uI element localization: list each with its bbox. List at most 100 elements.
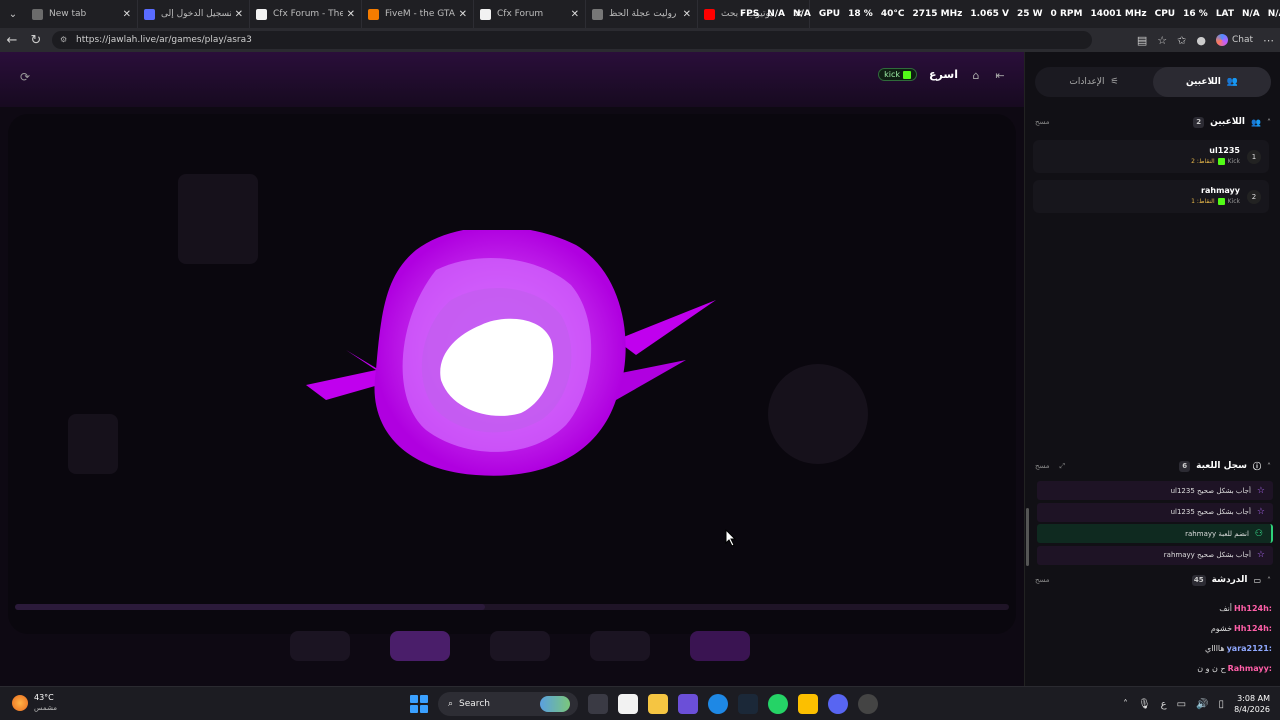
microphone-icon[interactable]: 🎙 bbox=[1138, 699, 1151, 710]
copilot-icon bbox=[1215, 34, 1228, 46]
control-button[interactable] bbox=[590, 631, 650, 661]
clear-chat-button[interactable]: مسح bbox=[1035, 576, 1050, 584]
tab-players[interactable]: اللاعبين 👥 bbox=[1153, 67, 1271, 97]
control-button[interactable] bbox=[290, 631, 350, 661]
player-points: النقاط: 2 bbox=[1191, 158, 1215, 165]
browser-tab[interactable]: Cfx Forum ✕ bbox=[474, 0, 586, 28]
browser-tab[interactable]: FiveM - the GTA V m ✕ bbox=[362, 0, 474, 28]
url-text: https://jawlah.live/ar/games/play/asra3 bbox=[76, 35, 252, 45]
browser-actions: ▤ ☆ ✩ ● Chat ⋯ bbox=[1137, 28, 1274, 52]
kick-icon bbox=[1217, 198, 1225, 205]
user-plus-icon: ⚇ bbox=[1254, 528, 1263, 539]
collapse-icon[interactable]: ⇤ bbox=[994, 69, 1006, 82]
users-icon: 👥 bbox=[1251, 117, 1261, 127]
close-icon[interactable]: ✕ bbox=[459, 9, 467, 20]
tab-title: تسجيل الدخول إلى ... bbox=[161, 9, 231, 19]
star-icon: ☆ bbox=[1256, 485, 1265, 496]
favorites-icon[interactable]: ✩ bbox=[1177, 34, 1186, 47]
overlay-stat: N/A bbox=[767, 9, 786, 19]
discord-icon[interactable] bbox=[828, 694, 848, 714]
sidebar-tabs: الإعدادات ⚟ اللاعبين 👥 bbox=[1035, 67, 1271, 97]
overlay-stat: CPU bbox=[1154, 9, 1176, 19]
performance-overlay: FPS N/A N/A GPU 18 % 40°C 2715 MHz 1.065 V 25 W 0… bbox=[700, 0, 1280, 28]
app-icon[interactable] bbox=[678, 694, 698, 714]
reader-icon[interactable]: ▤ bbox=[1137, 34, 1147, 47]
network-icon[interactable]: ▭ bbox=[1177, 699, 1186, 710]
control-button[interactable] bbox=[690, 631, 750, 661]
taskbar-search[interactable]: ⌕ Search bbox=[438, 692, 578, 716]
tab-settings[interactable]: الإعدادات ⚟ bbox=[1035, 67, 1153, 97]
browser-tab[interactable]: New tab ✕ bbox=[26, 0, 138, 28]
chevron-up-icon[interactable]: ˄ bbox=[1267, 576, 1271, 585]
players-section-header[interactable]: مسح 2 اللاعبين 👥 ˄ bbox=[1025, 114, 1280, 130]
player-platform: Kick bbox=[1227, 198, 1240, 205]
edge-icon[interactable] bbox=[708, 694, 728, 714]
browser-tab[interactable]: تسجيل الدخول إلى ... ✕ bbox=[138, 0, 250, 28]
file-explorer-icon[interactable] bbox=[648, 694, 668, 714]
favorite-icon[interactable]: ☆ bbox=[1157, 34, 1167, 47]
tab-favicon-icon bbox=[256, 8, 267, 20]
chevron-up-icon[interactable]: ˄ bbox=[1123, 699, 1128, 710]
overlay-stat: 16 % bbox=[1183, 9, 1208, 19]
clear-players-button[interactable]: مسح bbox=[1035, 118, 1050, 126]
whatsapp-icon[interactable] bbox=[768, 694, 788, 714]
player-card[interactable]: 1 ul1235 النقاط: 2 Kick bbox=[1033, 140, 1269, 173]
battery-icon[interactable]: ▯ bbox=[1219, 699, 1225, 710]
address-bar-row: ← ↻ ⚙ https://jawlah.live/ar/games/play/… bbox=[0, 28, 1280, 52]
browser-tab[interactable]: روليت عجلة الحظ - ... ✕ bbox=[586, 0, 698, 28]
chevron-up-icon[interactable]: ˄ bbox=[1267, 118, 1271, 127]
log-section-title: سجل اللعبة bbox=[1196, 461, 1247, 471]
tab-title: روليت عجلة الحظ - ... bbox=[609, 9, 679, 19]
store-icon[interactable] bbox=[618, 694, 638, 714]
home-icon[interactable]: ⌂ bbox=[970, 69, 982, 82]
url-field[interactable]: ⚙ https://jawlah.live/ar/games/play/asra… bbox=[52, 31, 1092, 49]
overlay-stat: LAT bbox=[1215, 9, 1234, 19]
close-icon[interactable]: ✕ bbox=[347, 9, 355, 20]
reload-icon[interactable]: ↻ bbox=[24, 28, 48, 52]
tab-title: New tab bbox=[49, 9, 87, 19]
refresh-icon[interactable]: ⟳ bbox=[20, 70, 30, 84]
expand-icon[interactable]: ⤢ bbox=[1060, 462, 1066, 471]
chevron-up-icon[interactable]: ˄ bbox=[1267, 462, 1271, 471]
kick-icon bbox=[1217, 158, 1225, 165]
rockstar-icon[interactable] bbox=[798, 694, 818, 714]
site-info-icon[interactable]: ⚙ bbox=[60, 35, 70, 45]
taskbar: 43°C مشمس ⌕ Search ˄ 🎙 ع ▭ 🔊 ▯ 3:08 AM 8/4/… bbox=[0, 686, 1280, 720]
more-icon[interactable]: ⋯ bbox=[1263, 34, 1274, 47]
system-tray: ˄ 🎙 ع ▭ 🔊 ▯ 3:08 AM 8/4/2026 bbox=[1123, 691, 1270, 717]
profile-icon[interactable]: ● bbox=[1196, 34, 1206, 47]
control-button[interactable] bbox=[390, 631, 450, 661]
log-section-header[interactable]: مسح ⤢ 6 سجل اللعبة ⓘ ˄ bbox=[1025, 458, 1280, 474]
volume-icon[interactable]: 🔊 bbox=[1196, 699, 1208, 710]
close-icon[interactable]: ✕ bbox=[571, 9, 579, 20]
scrollbar[interactable] bbox=[1026, 508, 1029, 566]
overlay-stat: 14001 MHz bbox=[1090, 9, 1147, 19]
kick-icon bbox=[903, 70, 912, 79]
chat-username: Hh124h: bbox=[1234, 624, 1272, 633]
back-icon[interactable]: ← bbox=[0, 28, 24, 52]
players-count: 2 bbox=[1193, 116, 1205, 128]
chat-username: Hh124h: bbox=[1234, 604, 1272, 613]
language-indicator[interactable]: ع bbox=[1161, 699, 1167, 710]
clock[interactable]: 3:08 AM 8/4/2026 bbox=[1234, 693, 1270, 715]
close-icon[interactable]: ✕ bbox=[683, 9, 691, 20]
player-name: rahmayy bbox=[1201, 186, 1240, 195]
close-icon[interactable]: ✕ bbox=[123, 9, 131, 20]
player-card[interactable]: 2 rahmayy النقاط: 1 Kick bbox=[1033, 180, 1269, 213]
chat-text: خشوم bbox=[1210, 624, 1233, 633]
chat-section-header[interactable]: مسح 45 الدردشة ▭ ˄ bbox=[1025, 572, 1280, 588]
browser-tab[interactable]: Cfx Forum - The hom ✕ bbox=[250, 0, 362, 28]
weather-widget[interactable]: 43°C مشمس bbox=[12, 693, 57, 713]
task-view-icon[interactable] bbox=[588, 694, 608, 714]
windows-start-icon[interactable] bbox=[410, 695, 428, 713]
date: 8/4/2026 bbox=[1234, 705, 1270, 714]
app-icon[interactable] bbox=[858, 694, 878, 714]
steam-icon[interactable] bbox=[738, 694, 758, 714]
close-icon[interactable]: ✕ bbox=[235, 9, 243, 20]
chat-button[interactable]: Chat bbox=[1215, 34, 1253, 46]
tab-favicon-icon bbox=[32, 8, 43, 20]
tab-search-icon[interactable]: ⌄ bbox=[0, 0, 26, 28]
clear-log-button[interactable]: مسح bbox=[1035, 462, 1050, 471]
tab-title: Cfx Forum - The hom bbox=[273, 9, 343, 19]
control-button[interactable] bbox=[490, 631, 550, 661]
